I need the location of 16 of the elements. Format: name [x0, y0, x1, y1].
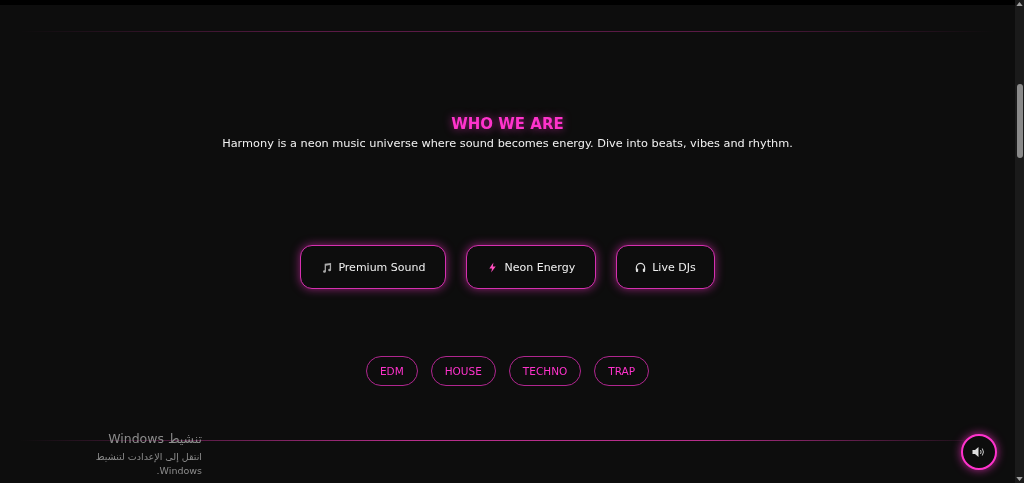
speaker-icon: [972, 446, 986, 458]
feature-button[interactable]: Premium Sound: [300, 245, 447, 289]
scroll-up-icon[interactable]: [1016, 2, 1023, 6]
lightning-bolt-icon: [487, 261, 499, 273]
section-title: WHO WE ARE: [451, 115, 564, 133]
headphones-icon: [635, 261, 647, 273]
scrollbar[interactable]: [1015, 0, 1024, 483]
activation-message: انتقل إلى الإعدادت لتنشيط Windows.: [94, 450, 202, 478]
music-notes-icon: [321, 261, 333, 273]
section-description: Harmony is a neon music universe where sound becomes energy. Dive into beats, vibes and rhythm.: [222, 136, 793, 151]
scroll-thumb[interactable]: [1016, 84, 1023, 158]
scroll-down-icon[interactable]: [1016, 477, 1023, 481]
feature-button[interactable]: Live DJs: [616, 245, 715, 289]
sound-button[interactable]: [961, 434, 997, 470]
activation-title: تنشيط Windows: [107, 431, 202, 447]
feature-button[interactable]: Neon Energy: [466, 245, 597, 289]
